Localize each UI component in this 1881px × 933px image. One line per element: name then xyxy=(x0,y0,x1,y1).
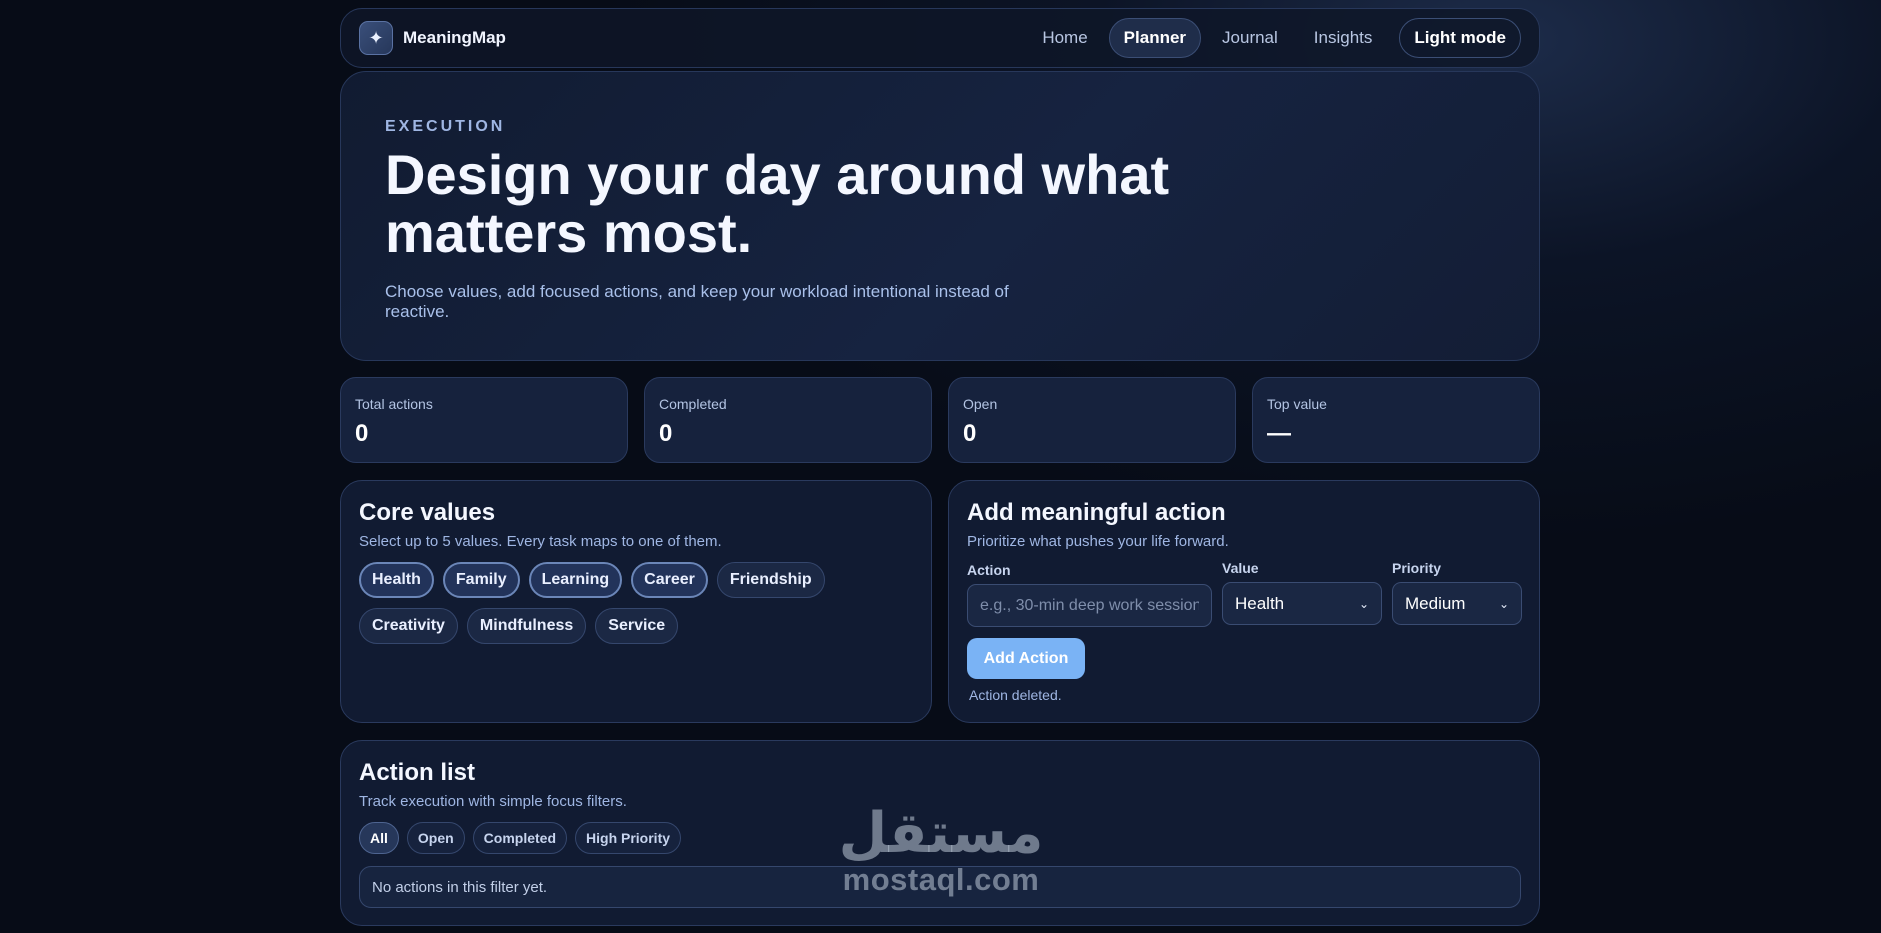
add-action-title: Add meaningful action xyxy=(967,499,1226,526)
stats-row: Total actions 0 Completed 0 Open 0 Top v… xyxy=(340,377,1540,463)
empty-state: No actions in this filter yet. xyxy=(359,866,1521,908)
stat-total-actions: Total actions 0 xyxy=(340,377,628,463)
nav-link-home[interactable]: Home xyxy=(1027,18,1102,58)
action-field-group: Action xyxy=(967,560,1212,627)
filter-tabs: All Open Completed High Priority xyxy=(359,822,1521,854)
nav-link-journal[interactable]: Journal xyxy=(1207,18,1293,58)
action-list-subtitle: Track execution with simple focus filter… xyxy=(359,793,627,810)
value-chip-mindfulness[interactable]: Mindfulness xyxy=(466,608,587,644)
nav-links: Home Planner Journal Insights Light mode xyxy=(1027,18,1521,58)
action-list-title: Action list xyxy=(359,759,476,786)
value-chips: Health Family Learning Career Friendship… xyxy=(359,562,899,644)
brand[interactable]: ✦ MeaningMap xyxy=(359,21,506,55)
value-label: Value xyxy=(1222,560,1259,576)
action-input[interactable] xyxy=(967,584,1212,627)
stat-value: 0 xyxy=(659,420,673,447)
priority-select[interactable]: Medium ⌄ xyxy=(1392,582,1522,625)
value-chip-health[interactable]: Health xyxy=(359,562,434,598)
value-field-group: Value Health ⌄ xyxy=(1222,560,1382,627)
stat-label: Total actions xyxy=(355,396,433,412)
core-values-panel: Core values Select up to 5 values. Every… xyxy=(340,480,932,723)
light-mode-toggle[interactable]: Light mode xyxy=(1399,18,1521,58)
action-form-row: Action Value Health ⌄ Priority Medium ⌄ xyxy=(967,560,1522,627)
stat-label: Completed xyxy=(659,396,727,412)
chevron-down-icon: ⌄ xyxy=(1498,596,1509,611)
hero-eyebrow: EXECUTION xyxy=(385,118,506,135)
add-action-panel: Add meaningful action Prioritize what pu… xyxy=(948,480,1540,723)
value-select-text: Health xyxy=(1235,593,1285,613)
value-chip-creativity[interactable]: Creativity xyxy=(359,608,458,644)
filter-all[interactable]: All xyxy=(359,822,399,854)
stat-label: Top value xyxy=(1267,396,1327,412)
stat-top-value: Top value — xyxy=(1252,377,1540,463)
filter-open[interactable]: Open xyxy=(406,822,465,854)
core-values-title: Core values xyxy=(359,499,496,526)
value-select[interactable]: Health ⌄ xyxy=(1222,582,1382,625)
stat-label: Open xyxy=(963,396,998,412)
stat-completed: Completed 0 xyxy=(644,377,932,463)
value-chip-service[interactable]: Service xyxy=(595,608,679,644)
value-chip-family[interactable]: Family xyxy=(442,562,520,598)
stat-value: — xyxy=(1267,420,1291,447)
value-chip-friendship[interactable]: Friendship xyxy=(716,562,825,598)
hero-title: Design your day around what matters most… xyxy=(385,143,1170,264)
stat-value: 0 xyxy=(963,420,977,447)
nav-link-planner[interactable]: Planner xyxy=(1108,18,1202,58)
value-chip-career[interactable]: Career xyxy=(631,562,708,598)
stat-open: Open 0 xyxy=(948,377,1236,463)
hero-subtitle: Choose values, add focused actions, and … xyxy=(385,282,1009,321)
filter-completed[interactable]: Completed xyxy=(472,822,568,854)
stat-value: 0 xyxy=(355,420,369,447)
add-action-subtitle: Prioritize what pushes your life forward… xyxy=(967,533,1229,550)
priority-field-group: Priority Medium ⌄ xyxy=(1392,560,1522,627)
add-action-button[interactable]: Add Action xyxy=(967,638,1085,679)
priority-label: Priority xyxy=(1392,560,1442,576)
status-message: Action deleted. xyxy=(969,687,1062,703)
chevron-down-icon: ⌄ xyxy=(1358,596,1369,611)
action-label: Action xyxy=(967,562,1011,578)
core-values-subtitle: Select up to 5 values. Every task maps t… xyxy=(359,533,722,550)
brand-name: MeaningMap xyxy=(403,28,506,47)
action-list-panel: Action list Track execution with simple … xyxy=(340,740,1540,926)
sparkle-icon: ✦ xyxy=(359,21,393,55)
value-chip-learning[interactable]: Learning xyxy=(528,562,623,598)
hero-section: EXECUTION Design your day around what ma… xyxy=(340,71,1540,361)
nav-link-insights[interactable]: Insights xyxy=(1299,18,1388,58)
priority-select-text: Medium xyxy=(1405,593,1466,613)
top-nav: ✦ MeaningMap Home Planner Journal Insigh… xyxy=(340,8,1540,68)
filter-high-priority[interactable]: High Priority xyxy=(575,822,682,854)
